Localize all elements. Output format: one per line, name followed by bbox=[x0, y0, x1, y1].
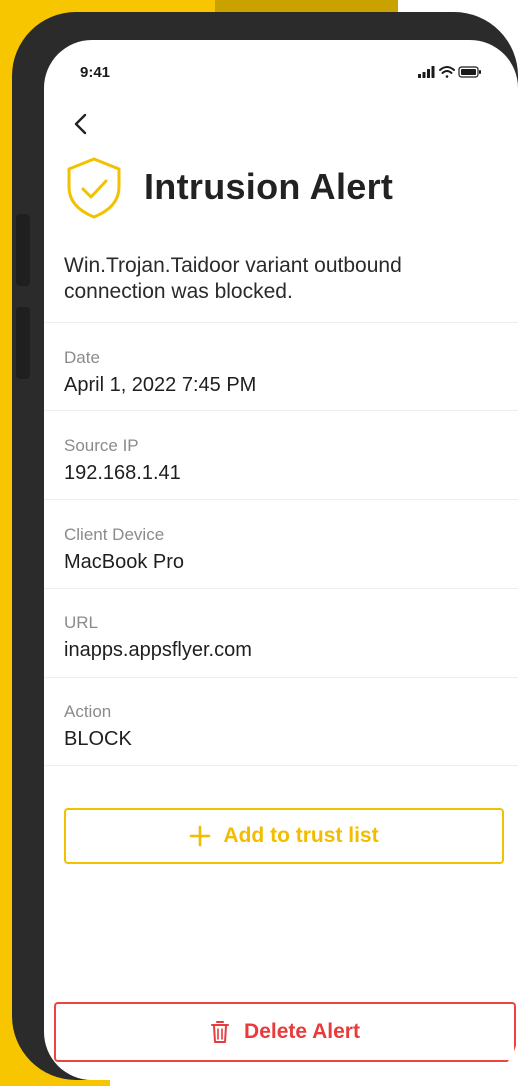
field-action: Action BLOCK bbox=[64, 702, 132, 751]
divider bbox=[44, 765, 518, 766]
field-source-ip: Source IP 192.168.1.41 bbox=[64, 436, 181, 485]
field-date: Date April 1, 2022 7:45 PM bbox=[64, 348, 256, 397]
delete-alert-button[interactable]: Delete Alert bbox=[54, 1002, 516, 1062]
divider bbox=[44, 588, 518, 589]
divider bbox=[44, 410, 518, 411]
field-label: Action bbox=[64, 702, 112, 721]
field-value: BLOCK bbox=[64, 728, 132, 750]
status-icons bbox=[418, 66, 481, 78]
alert-description: Win.Trojan.Taidoor variant outbound conn… bbox=[64, 254, 402, 303]
field-url: URL inapps.appsflyer.com bbox=[64, 613, 252, 662]
trash-icon bbox=[211, 1021, 230, 1043]
field-label: URL bbox=[64, 613, 99, 632]
status-time: 9:41 bbox=[80, 64, 111, 81]
app-screen: 9:41 Intrusion Alert Win.Trojan.Taidoor … bbox=[44, 40, 518, 1080]
chevron-left-icon[interactable] bbox=[70, 112, 94, 136]
shield-check-icon bbox=[67, 157, 121, 219]
field-label: Source IP bbox=[64, 436, 139, 455]
field-client-device: Client Device MacBook Pro bbox=[64, 525, 184, 574]
divider bbox=[44, 499, 518, 500]
divider bbox=[44, 322, 518, 323]
field-value: April 1, 2022 7:45 PM bbox=[64, 374, 257, 396]
battery-icon bbox=[458, 66, 481, 78]
add-to-trust-list-label: Add to trust list bbox=[223, 824, 379, 847]
wifi-icon bbox=[439, 66, 455, 78]
field-value: MacBook Pro bbox=[64, 551, 185, 573]
divider bbox=[44, 677, 518, 678]
field-label: Client Device bbox=[64, 525, 165, 544]
phone-frame: 9:41 Intrusion Alert Win.Trojan.Taidoor … bbox=[12, 12, 518, 1080]
field-value: 192.168.1.41 bbox=[64, 462, 181, 484]
delete-alert-label: Delete Alert bbox=[244, 1020, 360, 1043]
phone-volume-down-button bbox=[16, 307, 30, 379]
phone-volume-up-button bbox=[16, 214, 30, 286]
signal-icon bbox=[418, 66, 435, 78]
add-to-trust-list-button[interactable]: Add to trust list bbox=[64, 808, 504, 864]
field-label: Date bbox=[64, 348, 100, 367]
plus-icon bbox=[190, 825, 211, 847]
field-value: inapps.appsflyer.com bbox=[64, 639, 252, 661]
page-title: Intrusion Alert bbox=[144, 166, 394, 207]
